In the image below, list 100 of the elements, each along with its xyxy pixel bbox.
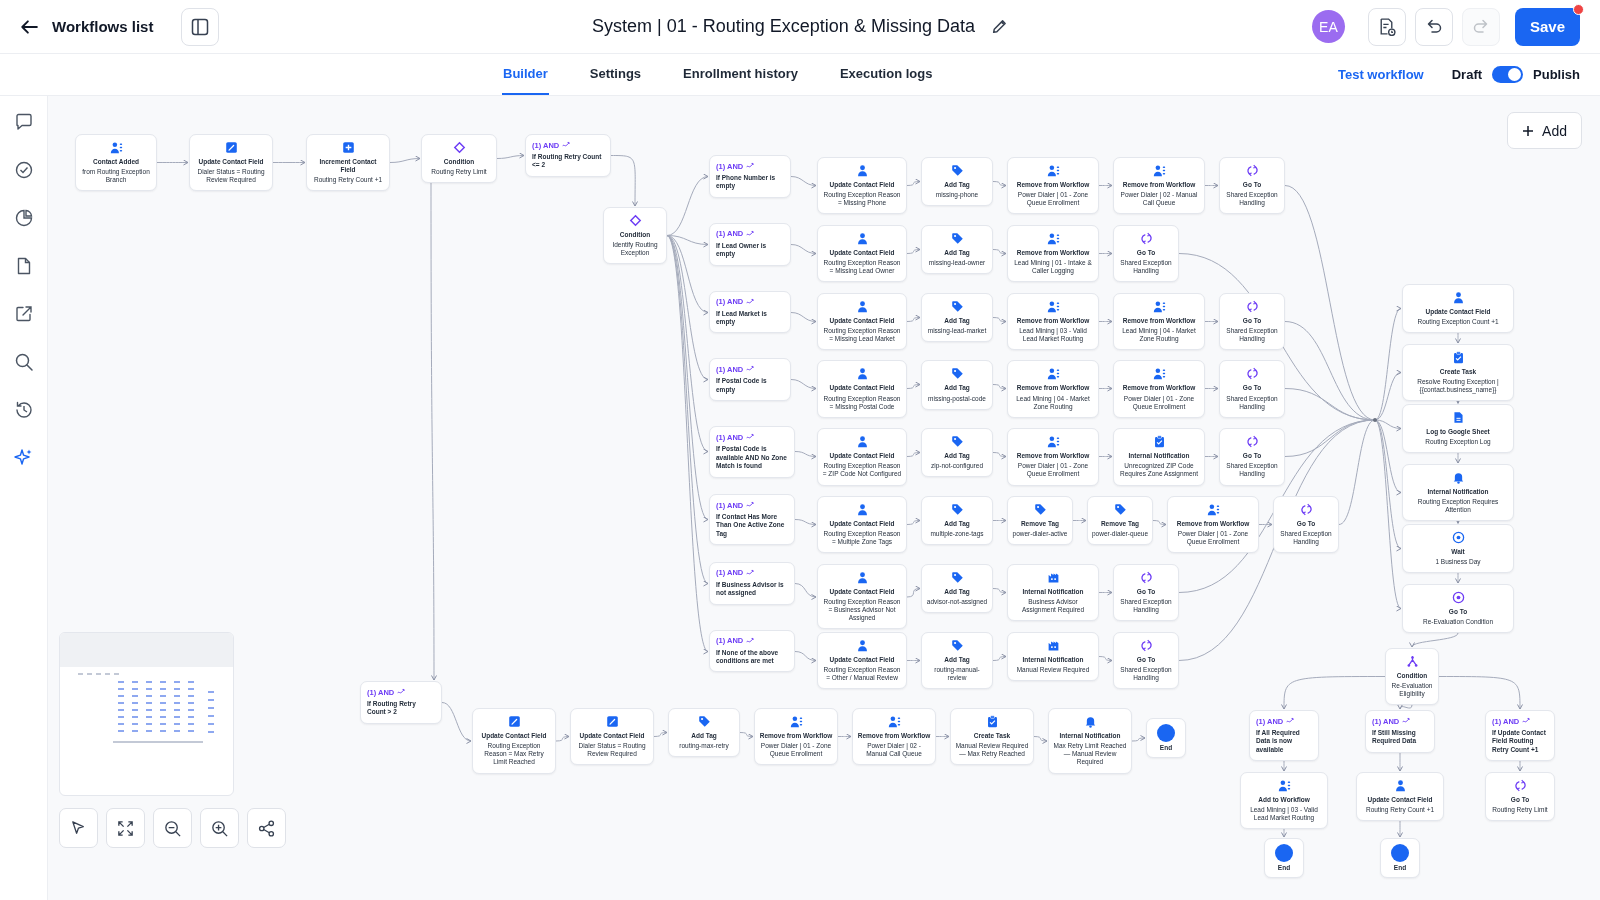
tab[interactable]: Execution logs xyxy=(838,54,934,95)
connector-line xyxy=(1281,828,1287,838)
undo-button[interactable] xyxy=(1414,7,1453,46)
user-avatar[interactable]: EA xyxy=(1311,10,1345,43)
connector-line xyxy=(992,384,1007,392)
loop-arrows-icon xyxy=(1139,638,1153,652)
wave-arrow-icon xyxy=(746,432,755,441)
connector-line xyxy=(790,379,817,392)
loop-arrows-icon xyxy=(1245,164,1259,177)
edit-square-icon xyxy=(605,715,619,728)
sidebar-toggle-button[interactable] xyxy=(181,7,220,46)
connector-line xyxy=(1397,820,1403,838)
loop-arrows-icon xyxy=(1139,570,1153,584)
people-icon xyxy=(1152,299,1166,313)
edit-square-icon xyxy=(224,141,238,154)
connector-line xyxy=(992,653,1007,661)
zoom-out-button[interactable] xyxy=(153,808,192,848)
people-icon xyxy=(1046,231,1060,245)
connector-line xyxy=(1131,735,1146,742)
edit-title-button[interactable] xyxy=(990,18,1008,35)
fit-view-button[interactable] xyxy=(106,808,145,848)
zoom-out-icon xyxy=(163,818,182,838)
people-icon xyxy=(1046,367,1060,381)
wave-arrow-icon xyxy=(746,635,755,644)
loop-arrows-icon xyxy=(1245,435,1259,449)
connector-line xyxy=(496,152,525,159)
connector-line xyxy=(906,381,921,389)
connector-line xyxy=(1098,318,1113,325)
person-icon xyxy=(855,299,869,313)
connector-line xyxy=(1098,656,1113,664)
connector-line xyxy=(794,583,817,600)
report-button[interactable] xyxy=(1367,7,1406,46)
clipboard-icon xyxy=(1451,351,1465,364)
person-icon xyxy=(855,503,869,516)
wave-arrow-icon xyxy=(746,228,755,237)
connector-line xyxy=(992,588,1007,596)
plus-icon xyxy=(1522,124,1535,137)
person-icon xyxy=(855,638,869,652)
sidebar-button[interactable] xyxy=(13,304,34,324)
wave-arrow-icon xyxy=(746,161,755,169)
back-arrow-icon xyxy=(20,17,38,36)
connector-line xyxy=(790,176,817,189)
edit-square-icon xyxy=(507,715,521,728)
test-workflow-link[interactable]: Test workflow xyxy=(1338,67,1424,82)
connector-line xyxy=(837,733,852,740)
connector-line xyxy=(1098,453,1113,460)
connector-line xyxy=(992,517,1007,524)
loop-arrows-icon xyxy=(1139,231,1153,245)
tab[interactable]: Enrollment history xyxy=(682,54,799,95)
connector-line xyxy=(555,733,570,742)
connector-line xyxy=(610,155,638,207)
loop-arrows-icon xyxy=(1299,503,1313,516)
zoom-in-button[interactable] xyxy=(200,808,239,848)
people-icon xyxy=(1277,779,1291,792)
tag-icon xyxy=(950,638,964,652)
connector-line xyxy=(794,519,817,528)
loop-arrows-icon xyxy=(1513,779,1527,792)
diamond-icon xyxy=(452,141,466,154)
connector-line xyxy=(156,159,189,166)
connector-line xyxy=(1033,736,1048,744)
people-icon xyxy=(109,141,123,154)
connector-line xyxy=(1517,760,1523,772)
connector-line xyxy=(1455,332,1461,344)
connector-line xyxy=(790,244,817,257)
sidebar-button[interactable] xyxy=(13,352,34,372)
connector-line xyxy=(906,657,921,664)
connector-line xyxy=(992,249,1007,257)
tag-icon xyxy=(950,367,964,381)
connector-line xyxy=(1152,520,1167,528)
tag-icon xyxy=(950,435,964,449)
connector-line xyxy=(1397,752,1403,772)
end-marker xyxy=(1391,844,1409,862)
sidebar-button[interactable] xyxy=(13,208,34,228)
draft-label: Draft xyxy=(1451,67,1483,82)
connector-line xyxy=(653,729,668,737)
person-icon xyxy=(855,435,869,449)
tab[interactable]: Settings xyxy=(588,54,643,95)
connector-line xyxy=(1455,452,1461,464)
people-icon xyxy=(789,715,803,728)
pointer-tool-button[interactable] xyxy=(59,808,98,848)
person-icon xyxy=(855,570,869,584)
sidebar-button[interactable] xyxy=(13,160,34,180)
branch-icon xyxy=(1405,655,1419,668)
person-icon xyxy=(855,367,869,381)
back-link[interactable]: Workflows list xyxy=(20,17,154,36)
tag-icon xyxy=(950,570,964,584)
connector-line xyxy=(906,314,921,322)
share-button[interactable] xyxy=(247,808,286,848)
people-icon xyxy=(1046,299,1060,313)
tag-icon xyxy=(950,164,964,177)
tag-icon xyxy=(950,231,964,245)
connector-line xyxy=(272,159,306,166)
target-icon xyxy=(1451,591,1465,604)
person-icon xyxy=(1451,291,1465,304)
publish-toggle[interactable] xyxy=(1492,66,1524,83)
wave-arrow-icon xyxy=(1286,716,1295,724)
sidebar-button[interactable] xyxy=(13,112,34,132)
sidebar-button[interactable] xyxy=(13,400,34,420)
add-button[interactable]: Add xyxy=(1507,112,1582,149)
people-icon xyxy=(1046,164,1060,177)
